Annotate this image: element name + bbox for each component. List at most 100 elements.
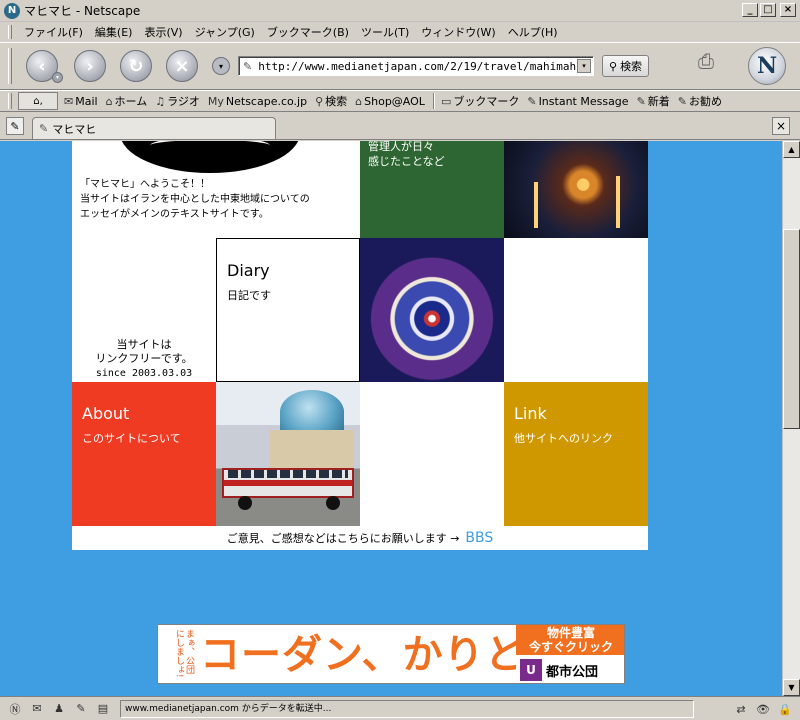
window-controls: _ □ ×	[742, 3, 796, 17]
close-tab-button[interactable]: ×	[772, 117, 790, 135]
bbs-link[interactable]: BBS	[465, 530, 493, 546]
menu-edit[interactable]: 編集(E)	[89, 24, 139, 40]
status-bar: Ⓝ ✉ ♟ ✎ ▤ www.medianetjapan.com からデータを転送…	[0, 696, 800, 720]
diary-subtitle: 日記です	[227, 289, 271, 302]
close-button[interactable]: ×	[780, 3, 796, 17]
promo-line: 今すぐクリック	[528, 640, 613, 654]
toolbar-grip[interactable]	[8, 25, 12, 39]
empty-cell	[504, 238, 648, 382]
menu-help[interactable]: ヘルプ(H)	[502, 24, 564, 40]
bookmark-netscape[interactable]: My Netscape.co.jp	[208, 95, 307, 108]
personal-toolbar: ⌂, ✉ Mail ⌂ ホーム ♫ ラジオ My Netscape.co.jp ⚲ 検索 …	[0, 90, 800, 112]
scroll-thumb[interactable]	[783, 229, 800, 429]
bookmark-icon: ✎	[636, 94, 646, 108]
promo-line: 物件豊富	[546, 626, 595, 640]
banner-side-text: まぁ、公団にしましょ!	[174, 629, 194, 678]
tab-bar: ✎ ✎ マヒマヒ ×	[0, 113, 800, 140]
menu-file[interactable]: ファイル(F)	[18, 24, 89, 40]
banner-promo: 物件豊富 今すぐクリック	[516, 625, 624, 655]
back-history-dropdown[interactable]: ▾	[52, 72, 63, 83]
essay-tile[interactable]: 管理人が日々 感じたことなど	[360, 141, 504, 238]
bookmark-search[interactable]: ⚲ 検索	[315, 93, 347, 109]
diary-tile[interactable]: Diary 日記です	[216, 238, 360, 382]
forward-button[interactable]: ›	[74, 50, 106, 82]
menu-view[interactable]: 表示(V)	[138, 24, 188, 40]
about-subtitle: このサイトについて	[82, 432, 181, 445]
bookmark-icon: ✎	[677, 94, 687, 108]
diary-title: Diary	[227, 261, 270, 280]
url-bar[interactable]: ✎ http://www.medianetjapan.com/2/19/trav…	[238, 56, 594, 76]
bookmark-home[interactable]: ⌂ ホーム	[106, 93, 148, 109]
menu-bookmarks[interactable]: ブックマーク(B)	[261, 24, 355, 40]
tab-mahimahi[interactable]: ✎ マヒマヒ	[32, 117, 276, 139]
bookmark-instant-message[interactable]: ✎ Instant Message	[527, 95, 628, 108]
toolbar-separator	[432, 93, 435, 109]
page-icon: ✎	[243, 59, 253, 73]
link-tile[interactable]: Link 他サイトへのリンク	[504, 382, 648, 526]
ur-logo-icon: U	[520, 659, 542, 681]
url-dropdown[interactable]: ▾	[577, 59, 591, 73]
menu-window[interactable]: ウィンドウ(W)	[415, 24, 501, 40]
new-tab-icon[interactable]: ✎	[6, 117, 24, 135]
bookmark-mail[interactable]: ✉ Mail	[64, 95, 98, 108]
bookmark-label: 新着	[647, 95, 670, 108]
menu-tools[interactable]: ツール(T)	[355, 24, 415, 40]
minaret	[616, 176, 620, 228]
netscape-status-icon[interactable]: Ⓝ	[6, 701, 24, 717]
minimize-button[interactable]: _	[742, 3, 758, 17]
netscape-throbber-icon[interactable]: N	[748, 47, 786, 85]
security-lock-icon[interactable]: 🔒	[776, 701, 794, 717]
essay-line: 感じたことなど	[368, 155, 445, 168]
navigation-toolbar: ‹ ▾ › ↻ × ▾ ✎ http://www.medianetjapan.c…	[0, 42, 800, 90]
scroll-down-arrow-icon[interactable]: ▼	[783, 679, 800, 696]
bookmarks-folder[interactable]: ▭ ブックマーク	[441, 93, 519, 109]
url-text[interactable]: http://www.medianetjapan.com/2/19/travel…	[258, 60, 589, 73]
magnifier-icon: ⚲	[609, 59, 618, 73]
mail-icon[interactable]: ✉	[28, 701, 46, 717]
menu-go[interactable]: ジャンプ(G)	[189, 24, 261, 40]
about-tile[interactable]: About このサイトについて	[72, 382, 216, 526]
online-icon[interactable]: ⇄	[732, 701, 750, 717]
history-dropdown[interactable]: ▾	[212, 57, 230, 75]
bus-wheel	[238, 496, 252, 510]
bookmark-icon: ✎	[527, 94, 537, 108]
site-logo	[120, 141, 300, 173]
home-button[interactable]: ⌂,	[18, 92, 58, 110]
status-indicators: ⇄ 👁 🔒	[732, 701, 794, 717]
toolbar-grip[interactable]	[8, 93, 12, 109]
folder-icon: ▭	[440, 94, 452, 108]
bus-stripe	[224, 480, 352, 486]
page-icon: ✎	[39, 122, 49, 135]
print-icon[interactable]: ⎙	[698, 49, 726, 79]
privacy-icon[interactable]: 👁	[754, 701, 772, 717]
window-title: マヒマヒ - Netscape	[24, 4, 141, 18]
site-grid: 「マヒマヒ」へようこそ！！ 当サイトはイランを中心とした中東地域についての エッ…	[72, 141, 648, 550]
toolbar-grip[interactable]	[8, 48, 12, 84]
menu-bar: ファイル(F) 編集(E) 表示(V) ジャンプ(G) ブックマーク(B) ツー…	[0, 22, 800, 42]
ad-banner[interactable]: まぁ、公団にしましょ! コーダン、かりとく。 物件豊富 今すぐクリック U 都市…	[157, 624, 625, 684]
back-button[interactable]: ‹ ▾	[26, 50, 63, 83]
stop-button[interactable]: ×	[166, 50, 198, 82]
bookmark-label: ブックマーク	[453, 95, 520, 108]
mosque-night-photo	[504, 141, 648, 238]
search-button[interactable]: ⚲ 検索	[602, 55, 650, 77]
bookmark-new[interactable]: ✎ 新着	[637, 93, 670, 109]
reload-icon: ↻	[128, 55, 144, 77]
bus-windows	[228, 470, 348, 478]
vertical-scrollbar[interactable]: ▲ ▼	[782, 141, 800, 696]
linkfree-text: 当サイトは リンクフリーです。	[72, 338, 216, 366]
reload-button[interactable]: ↻	[120, 50, 152, 82]
aim-icon[interactable]: ♟	[50, 701, 68, 717]
bookmark-radio[interactable]: ♫ ラジオ	[155, 93, 200, 109]
scroll-up-arrow-icon[interactable]: ▲	[783, 141, 800, 158]
linkfree-notice: 当サイトは リンクフリーです。 since 2003.03.03	[72, 238, 216, 382]
maximize-button[interactable]: □	[760, 3, 776, 17]
bookmark-recommended[interactable]: ✎ お勧め	[678, 93, 722, 109]
bookmark-shop[interactable]: ⌂ Shop@AOL	[355, 95, 425, 108]
site-header: 「マヒマヒ」へようこそ！！ 当サイトはイランを中心とした中東地域についての エッ…	[72, 141, 360, 238]
mosque-wall	[270, 430, 354, 470]
welcome-line: エッセイがメインのテキストサイトです。	[80, 209, 269, 220]
address-book-icon[interactable]: ▤	[94, 701, 112, 717]
link-subtitle: 他サイトへのリンク	[514, 432, 613, 445]
composer-icon[interactable]: ✎	[72, 701, 90, 717]
